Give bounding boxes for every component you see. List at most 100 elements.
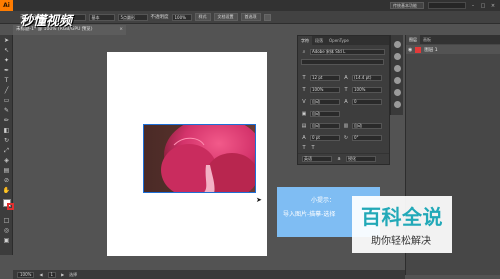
rotate-tool-icon[interactable]: ↻ [2,137,11,145]
vertical-scale-field[interactable]: 100% [352,86,382,93]
watermark: 百科全说 助你轻松解决 [352,196,452,253]
tsume-field[interactable]: 自动 [310,110,340,117]
pen-tool-icon[interactable]: ✒ [2,67,11,75]
panel-icon-strip [390,35,403,115]
color-panel-icon[interactable] [394,41,401,48]
baseline-shift-field[interactable]: 0 pt [310,134,340,141]
vertical-scale-icon: T [344,86,348,93]
aki-left-icon: ▤ [301,122,307,129]
selection-tool-icon[interactable]: ➤ [2,37,11,45]
style-button[interactable]: 样式 [194,13,211,21]
control-bar: 未选择对象 基本 5点圆形 不透明度 100% 样式 文档设置 首选项 [0,11,500,24]
font-style-field[interactable] [301,58,384,65]
opacity-field[interactable]: 100% [171,13,192,21]
tab-character[interactable]: 字符 [298,36,312,45]
hand-tool-icon[interactable]: ✋ [2,187,11,195]
anti-alias-icon: a [337,156,341,162]
gradient-tool-icon[interactable]: ▤ [2,167,11,175]
tip-title: 小提示： [311,197,336,204]
close-tab-icon[interactable]: × [119,25,123,35]
leading-icon: A [344,74,348,81]
app-logo: Ai [0,0,13,11]
prev-artboard-icon[interactable]: ◀ [39,272,42,277]
screen-mode-icon[interactable]: ▣ [2,237,11,245]
transparency-panel-icon[interactable] [394,101,401,108]
eyedropper-tool-icon[interactable]: ⊘ [2,177,11,185]
rectangle-tool-icon[interactable]: ▭ [2,97,11,105]
zoom-level-field[interactable]: 100% [17,271,35,278]
stroke-panel-icon[interactable] [394,89,401,96]
anti-alias-dropdown[interactable]: 锐化 [346,156,376,162]
preferences-button[interactable]: 首选项 [240,13,261,21]
horizontal-scale-icon: T [302,86,306,93]
artboard-number-field[interactable]: 1 [47,271,57,278]
shape-builder-tool-icon[interactable]: ◈ [2,157,11,165]
swatches-panel-icon[interactable] [394,53,401,60]
tracking-icon: A [344,98,348,105]
opacity-label: 不透明度 [150,15,169,20]
tools-panel: ➤ ↖ ✦ ✒ T ╱ ▭ ✎ ✏ ◧ ↻ ⤢ ◈ ▤ ⊘ ✋ □ ◎ ▣ [0,35,14,255]
current-tool-status: 选择 [69,271,78,277]
baseline-shift-icon: A [302,134,306,141]
mouse-cursor-icon: ➤ [256,196,262,204]
kerning-icon: V [302,98,306,105]
tsume-icon: ▣ [301,110,307,117]
font-family-field[interactable]: Adobe 宋体 Std L [310,48,385,55]
color-mode-icon[interactable]: □ [2,217,11,225]
tab-paragraph[interactable]: 段落 [312,36,326,45]
paintbrush-tool-icon[interactable]: ✎ [2,107,11,115]
layer-name: 图层 1 [424,47,438,53]
rotation-field[interactable]: 0° [352,134,382,141]
workspace-dropdown[interactable]: 传统基本功能 [390,2,424,9]
language-dropdown[interactable]: 英语 [302,156,332,162]
character-panel-tabs: 字符 段落 OpenType [298,36,389,45]
tab-artboards[interactable]: 画板 [420,35,434,44]
close-button[interactable]: × [490,3,496,9]
tab-layers[interactable]: 图层 [406,35,420,44]
pencil-tool-icon[interactable]: ✏ [2,117,11,125]
character-panel: 字符 段落 OpenType ⌕ Adobe 宋体 Std L T 12 pt … [297,35,390,165]
kerning-field[interactable]: 自动 [310,98,340,105]
watermark-subtitle: 助你轻松解决 [371,236,431,247]
next-artboard-icon[interactable]: ▶ [61,272,64,277]
line-tool-icon[interactable]: ╱ [2,87,11,95]
font-size-field[interactable]: 12 pt [310,74,340,81]
aki-left-field[interactable]: 自动 [310,122,340,129]
aki-right-icon: ▥ [343,122,349,129]
document-setup-button[interactable]: 文档设置 [213,13,238,21]
profile-dropdown[interactable]: 基本 [88,13,115,21]
layer-row[interactable]: ◉ 图层 1 [406,45,500,54]
horizontal-scale-field[interactable]: 100% [310,86,340,93]
search-input[interactable] [428,2,466,9]
layer-color-swatch [415,46,422,53]
minimize-button[interactable]: – [470,3,476,9]
menu-bar: Ai 传统基本功能 – □ × [0,0,500,11]
placed-image[interactable] [143,124,256,193]
leading-field[interactable]: (14.4 pt) [352,74,382,81]
eraser-tool-icon[interactable]: ◧ [2,127,11,135]
arrange-icon[interactable] [263,13,271,21]
fill-stroke-icon[interactable] [3,199,14,210]
draw-mode-icon[interactable]: ◎ [2,227,11,235]
stroke-color-icon[interactable] [7,203,14,210]
status-bar: 100% ◀ 1 ▶ 选择 [13,270,405,279]
maximize-button[interactable]: □ [480,3,486,9]
character-panel-footer: 英语 a 锐化 [298,153,389,164]
strikethrough-icon[interactable]: T [310,145,316,151]
watermark-title: 百科全说 [361,205,443,229]
brushes-panel-icon[interactable] [394,65,401,72]
scale-tool-icon[interactable]: ⤢ [2,147,11,155]
underline-icon[interactable]: T [301,145,307,151]
brush-dropdown[interactable]: 5点圆形 [117,13,148,21]
rotation-icon: ↻ [343,134,349,141]
symbols-panel-icon[interactable] [394,77,401,84]
direct-selection-tool-icon[interactable]: ↖ [2,47,11,55]
type-tool-icon[interactable]: T [2,77,11,85]
magic-wand-tool-icon[interactable]: ✦ [2,57,11,65]
layers-panel-tabs: 图层 画板 [406,35,500,44]
aki-right-field[interactable]: 自动 [352,122,382,129]
tab-opentype[interactable]: OpenType [326,36,352,45]
flower-image [144,125,255,192]
tracking-field[interactable]: 0 [352,98,382,105]
visibility-eye-icon[interactable]: ◉ [408,47,412,53]
